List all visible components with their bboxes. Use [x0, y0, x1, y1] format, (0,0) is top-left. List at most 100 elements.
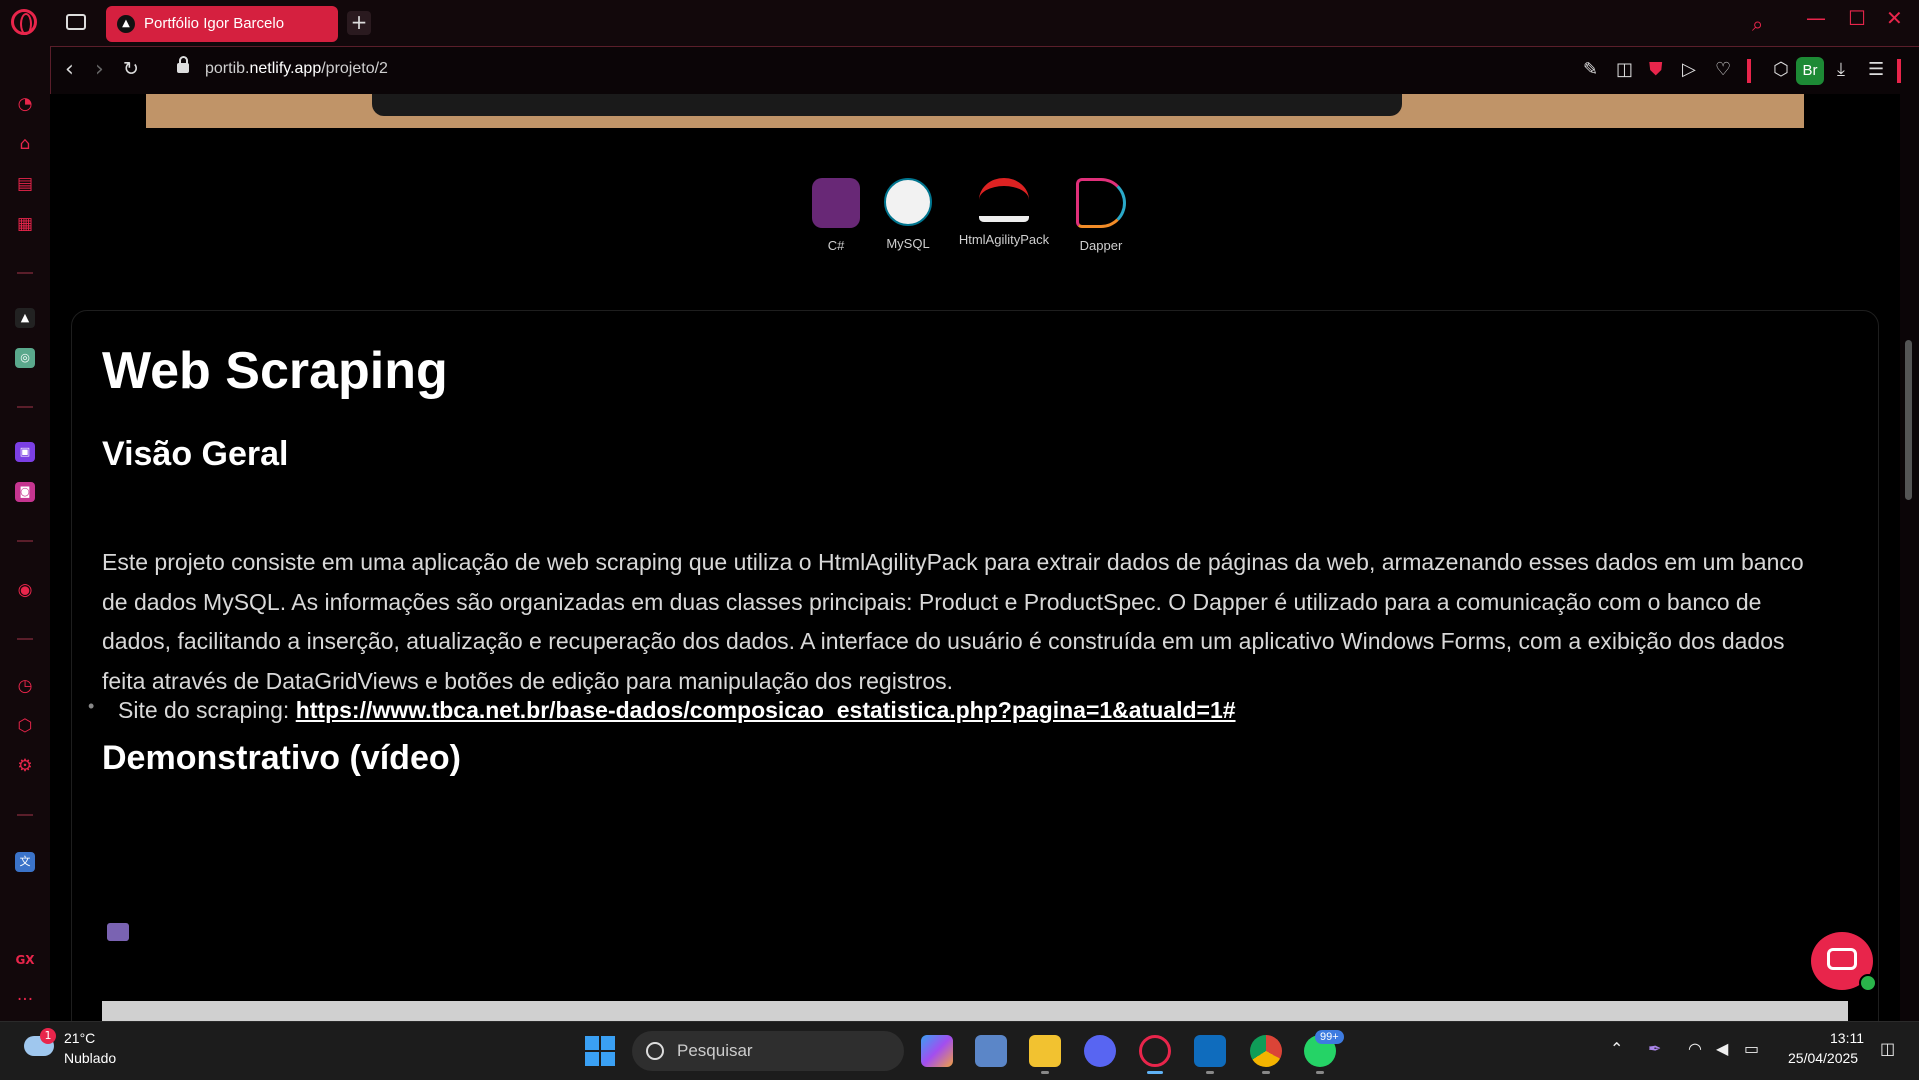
tech-item-dapper: Dapper [1065, 178, 1137, 253]
opera-gx-app-icon[interactable] [1139, 1035, 1171, 1067]
weather-temperature[interactable]: 21°C [64, 1030, 95, 1046]
ram-limiter-icon[interactable]: ▦ [15, 214, 35, 234]
gx-cleaner-icon[interactable]: ⌂ [15, 134, 35, 154]
tab-islands-icon[interactable] [66, 14, 86, 30]
dapper-logo-icon [1076, 178, 1126, 228]
close-window-button[interactable]: ✕ [1886, 6, 1903, 30]
pen-tray-icon[interactable]: ✒ [1648, 1039, 1661, 1058]
adblock-shield-icon[interactable]: ⛊ [1649, 59, 1663, 80]
page-viewport: C# MySQL HtmlAgilityPack Dapper Web Scra… [51, 94, 1897, 1021]
sidebar-separator [17, 540, 33, 542]
running-indicator [1206, 1071, 1214, 1074]
url-domain: netlify.app [249, 60, 322, 77]
bookmark-heart-icon[interactable]: ♡ [1715, 59, 1731, 80]
gx-control-icon[interactable]: ◔ [15, 94, 35, 114]
project-card: Web Scraping Visão Geral Este projeto co… [71, 310, 1879, 1021]
tech-item-mysql: MySQL [873, 178, 943, 251]
clock-time[interactable]: 13:11 [1830, 1030, 1864, 1046]
weather-description[interactable]: Nublado [64, 1050, 116, 1066]
aria-icon[interactable]: ▲ [15, 308, 35, 328]
overview-paragraph: Este projeto consiste em uma aplicação d… [102, 549, 1804, 694]
weather-notification-badge: 1 [40, 1028, 56, 1044]
reload-button[interactable]: ↻ [123, 58, 139, 80]
player-icon[interactable]: ◉ [15, 580, 35, 600]
new-tab-button[interactable]: + [347, 11, 371, 35]
windows-taskbar: 1 21°C Nublado Pesquisar 99+ ⌃ ✒ ◠ ◀ ▭ 1… [0, 1021, 1919, 1080]
chrome-app-icon[interactable] [1250, 1035, 1282, 1067]
tab-search-icon[interactable]: ⌕ [1752, 12, 1763, 36]
translate-app-icon[interactable]: 文 [15, 852, 35, 872]
maximize-button[interactable]: ☐ [1848, 6, 1866, 30]
back-button[interactable]: ‹ [65, 57, 74, 82]
instagram-icon[interactable]: ◙ [15, 482, 35, 502]
url-path: /projeto/2 [321, 60, 388, 77]
lock-icon[interactable] [177, 56, 189, 73]
address-field[interactable]: portib.netlify.app/projeto/2 [205, 60, 388, 78]
demo-heading: Demonstrativo (vídeo) [102, 739, 461, 777]
browser-titlebar: ▲ Portfólio Igor Barcelo + ⌕ — ☐ ✕ [0, 0, 1919, 46]
outlook-app-icon[interactable] [1194, 1035, 1226, 1067]
sidebar-separator [17, 638, 33, 640]
tech-label: HtmlAgilityPack [958, 232, 1050, 247]
wifi-icon[interactable]: ◠ [1688, 1039, 1702, 1058]
history-icon[interactable]: ◷ [15, 676, 35, 696]
toolbar-divider [1897, 59, 1901, 83]
project-title: Web Scraping [102, 342, 448, 400]
file-explorer-icon[interactable] [1029, 1035, 1061, 1067]
extensions-icon[interactable]: ⬡ [15, 716, 35, 736]
photos-app-icon[interactable] [975, 1035, 1007, 1067]
site-label: Site do scraping: [118, 697, 296, 723]
running-indicator [1262, 1071, 1270, 1074]
opera-menu-icon[interactable] [11, 9, 37, 35]
address-toolbar: ‹ › ↻ portib.netlify.app/projeto/2 ✎ ◫ ⛊… [50, 46, 1919, 94]
easy-setup-menu-icon[interactable]: ☰ [1868, 59, 1884, 80]
notifications-icon[interactable]: ◫ [1880, 1039, 1895, 1058]
tech-item-csharp: C# [801, 178, 871, 253]
page-scrollbar[interactable] [1900, 94, 1919, 1021]
list-item: Site do scraping: https://www.tbca.net.b… [88, 696, 1236, 724]
tech-label: MySQL [886, 236, 930, 251]
extensions-cube-icon[interactable]: ⬡ [1773, 59, 1789, 80]
discord-app-icon[interactable] [1084, 1035, 1116, 1067]
technology-list: C# MySQL HtmlAgilityPack Dapper [801, 178, 1193, 258]
tech-label: Dapper [1079, 238, 1123, 253]
video-camera-icon [107, 923, 129, 941]
forward-button[interactable]: › [95, 57, 104, 82]
minimize-button[interactable]: — [1806, 6, 1826, 30]
chevron-up-icon[interactable]: ⌃ [1610, 1039, 1623, 1058]
video-player[interactable] [102, 1001, 1848, 1021]
settings-gear-icon[interactable]: ⚙ [15, 756, 35, 776]
tab-portfolio[interactable]: ▲ Portfólio Igor Barcelo [106, 6, 338, 42]
search-placeholder: Pesquisar [677, 1041, 753, 1060]
tech-label: C# [827, 238, 845, 253]
hot-tabs-killer-icon[interactable]: ▤ [15, 174, 35, 194]
edit-share-icon[interactable]: ✎ [1583, 59, 1598, 80]
url-domain-prefix: portib. [205, 60, 250, 77]
volume-icon[interactable]: ◀ [1716, 1039, 1728, 1058]
snapshot-camera-icon[interactable]: ◫ [1616, 59, 1633, 80]
tab-title: Portfólio Igor Barcelo [144, 15, 285, 32]
copilot-app-icon[interactable] [921, 1035, 953, 1067]
chatgpt-icon[interactable]: ◎ [15, 348, 35, 368]
running-indicator [1316, 1071, 1324, 1074]
scraping-site-link[interactable]: https://www.tbca.net.br/base-dados/compo… [296, 697, 1236, 723]
search-icon [646, 1042, 664, 1060]
battery-icon[interactable]: ▭ [1744, 1039, 1759, 1058]
windows-start-icon[interactable] [585, 1036, 615, 1066]
site-favicon-icon: ▲ [117, 15, 135, 33]
csharp-logo-icon [812, 178, 860, 228]
clock-date[interactable]: 25/04/2025 [1788, 1050, 1858, 1066]
sidebar-more-icon[interactable]: ··· [15, 990, 35, 1010]
gx-corner-icon[interactable]: GX [15, 950, 35, 970]
running-indicator [1041, 1071, 1049, 1074]
overview-heading: Visão Geral [102, 435, 289, 473]
sidebar-separator [17, 406, 33, 408]
scrollbar-thumb[interactable] [1905, 340, 1912, 500]
profile-avatar[interactable]: Br [1796, 57, 1824, 85]
toolbar-divider [1747, 59, 1751, 83]
mysql-logo-icon [884, 178, 932, 226]
downloads-icon[interactable]: ⤓ [1837, 59, 1845, 80]
twitch-icon[interactable]: ▣ [15, 442, 35, 462]
send-flow-icon[interactable]: ▷ [1682, 59, 1696, 80]
taskbar-search[interactable]: Pesquisar [632, 1031, 904, 1071]
